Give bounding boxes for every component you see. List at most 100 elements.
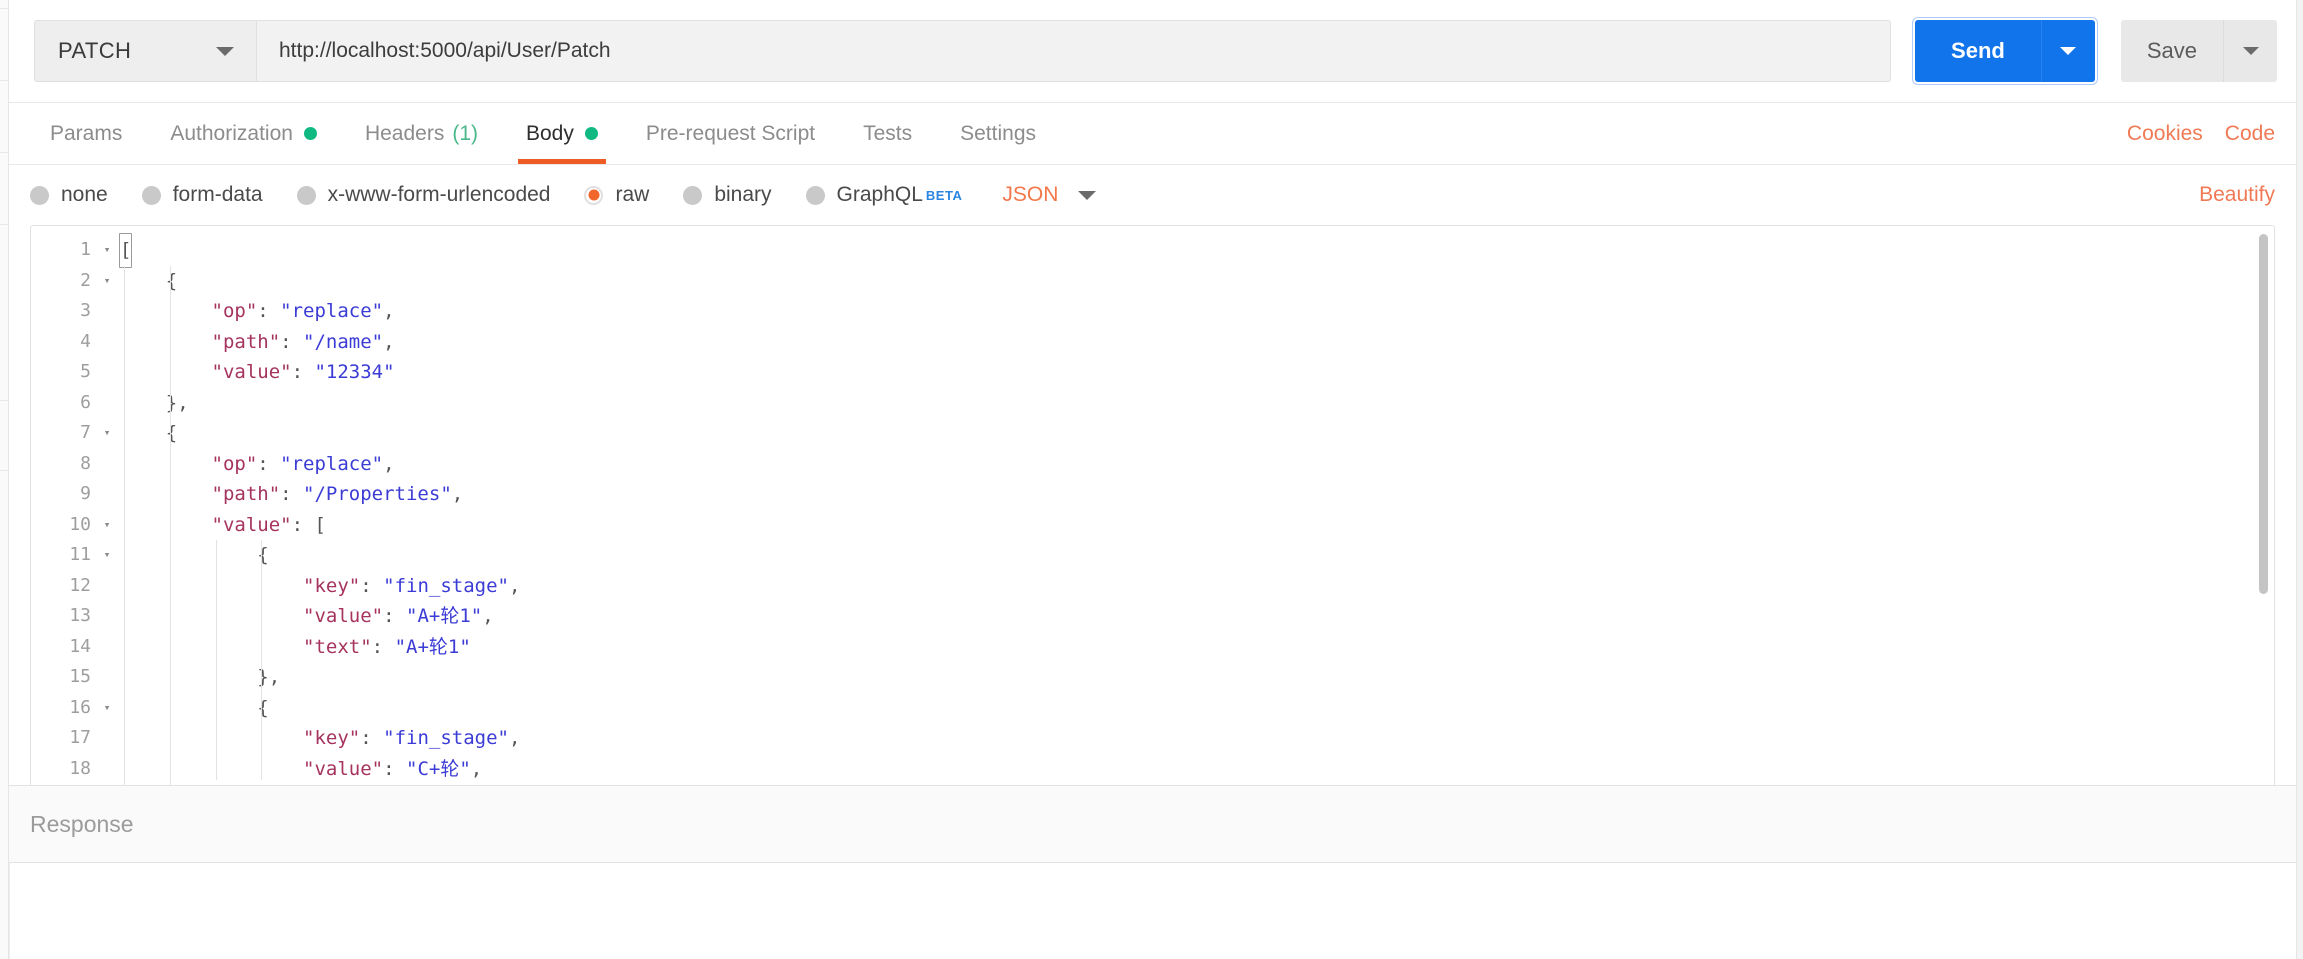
- code-line: 9 "path": "/Properties",: [31, 479, 2274, 510]
- fold-toggle-icon[interactable]: ▾: [94, 266, 120, 297]
- line-number: 19: [31, 784, 94, 785]
- send-options-button[interactable]: [2040, 20, 2095, 82]
- line-number: 1: [80, 239, 91, 260]
- indent-guide: [124, 265, 125, 785]
- line-number: 12: [69, 574, 91, 596]
- fold-toggle-icon[interactable]: ▾: [94, 693, 120, 724]
- editor-vertical-scrollbar[interactable]: [2259, 234, 2268, 594]
- code-link[interactable]: Code: [2225, 122, 2275, 146]
- fold-toggle-icon[interactable]: ▾: [94, 540, 120, 571]
- line-number: 13: [69, 605, 91, 626]
- body-type-option-x-www-form-urlencoded[interactable]: x-www-form-urlencoded: [296, 183, 551, 207]
- code-token-key: "op": [211, 300, 258, 322]
- request-tabs: Params Authorization Headers (1) Body Pre-req…: [26, 103, 1060, 164]
- code-token-punct: ,: [451, 483, 464, 505]
- fold-toggle-icon[interactable]: ▾: [94, 235, 120, 266]
- body-type-option-binary[interactable]: binary: [683, 183, 772, 207]
- tab-params[interactable]: Params: [26, 103, 146, 164]
- body-type-option-label: x-www-form-urlencoded: [327, 183, 551, 206]
- indent-guide: [169, 265, 171, 785]
- code-token-key: "key": [303, 574, 361, 597]
- line-number: 14: [69, 635, 91, 657]
- save-options-button[interactable]: [2223, 20, 2277, 82]
- code-token-punct: {: [165, 269, 178, 292]
- fold-toggle-icon[interactable]: ▾: [94, 510, 120, 541]
- method-url-group: PATCH http://localhost:5000/api/User/Pat…: [34, 20, 1892, 82]
- tabs-right-links: Cookies Code: [2127, 103, 2275, 164]
- tab-body[interactable]: Body: [502, 103, 622, 164]
- tab-label: Headers: [364, 121, 445, 145]
- code-token-punct: {: [257, 696, 269, 719]
- radio-icon[interactable]: [683, 185, 703, 205]
- tab-label: Body: [526, 121, 574, 145]
- tab-tests[interactable]: Tests: [839, 103, 936, 164]
- body-type-option-form-data[interactable]: form-data: [141, 183, 263, 207]
- body-type-option-none[interactable]: none: [30, 183, 108, 207]
- send-button[interactable]: Send: [1915, 20, 2041, 82]
- tab-headers[interactable]: Headers (1): [341, 103, 502, 164]
- code-token-str: "C+轮": [406, 757, 471, 780]
- code-line: 14 "text": "A+轮1": [31, 632, 2274, 663]
- editor-cursor: [: [119, 233, 133, 268]
- body-type-right: Beautify: [2199, 183, 2275, 207]
- sidebar-collapsed-rail: [0, 0, 9, 959]
- body-type-radio-group: none form-data x-www-form-urlencoded raw bin…: [30, 183, 996, 207]
- code-token-key: "value": [303, 605, 384, 627]
- code-line: 5 "value": "12334": [31, 357, 2274, 388]
- body-type-option-raw[interactable]: raw: [584, 183, 649, 207]
- beautify-link[interactable]: Beautify: [2199, 183, 2275, 206]
- beta-badge: BETA: [925, 187, 963, 203]
- request-url-text: http://localhost:5000/api/User/Patch: [279, 39, 611, 62]
- code-token-str: "A+轮1": [406, 605, 483, 627]
- tab-label: Pre-request Script: [645, 121, 816, 145]
- code-line-text: },: [120, 388, 2274, 419]
- code-token-key: "value": [303, 757, 384, 780]
- body-type-option-graphql[interactable]: GraphQL BETA: [805, 183, 963, 207]
- code-line-text: "key": "fin_stage",: [120, 723, 2274, 754]
- tab-status-dot-icon: [303, 127, 317, 140]
- code-token-punct: {: [165, 422, 178, 444]
- code-token-str: "12334": [314, 361, 395, 383]
- code-token-str: "fin_stage": [383, 574, 509, 597]
- code-token-punct: :: [360, 574, 384, 597]
- code-token-str: "replace": [280, 300, 384, 322]
- tab-authorization[interactable]: Authorization: [146, 103, 341, 164]
- radio-icon[interactable]: [30, 185, 49, 205]
- radio-icon[interactable]: [296, 185, 316, 205]
- code-line-text: "value": "12334": [120, 357, 2274, 388]
- fold-toggle-icon[interactable]: ▾: [94, 418, 120, 449]
- code-line-text: "op": "replace",: [120, 449, 2274, 480]
- request-url-input[interactable]: http://localhost:5000/api/User/Patch: [256, 20, 1892, 82]
- tab-settings[interactable]: Settings: [936, 103, 1060, 164]
- body-type-option-label: GraphQL: [836, 183, 923, 206]
- cookies-link[interactable]: Cookies: [2127, 122, 2203, 146]
- line-number: 16: [69, 696, 91, 718]
- save-button[interactable]: Save: [2120, 20, 2223, 82]
- code-line: 6 },: [31, 388, 2274, 419]
- response-header-bar: Response: [0, 785, 2303, 863]
- radio-icon[interactable]: [805, 185, 825, 205]
- send-button-group: Send: [1915, 20, 2095, 82]
- code-token-punct: ,: [482, 605, 494, 627]
- window-right-edge: [2296, 0, 2303, 959]
- code-token-punct: ,: [383, 330, 395, 353]
- code-token-key: "text": [303, 635, 372, 658]
- code-line-text: "text": "A+轮1": [120, 632, 2274, 663]
- request-body-editor[interactable]: 1 ▾[2 ▾ {3 "op": "replace", 4 "path": "/nam…: [31, 226, 2274, 785]
- tab-pre-request-script[interactable]: Pre-request Script: [622, 103, 839, 164]
- code-token-punct: [: [314, 513, 326, 536]
- line-number: 17: [69, 727, 91, 748]
- code-line: 15 },: [31, 662, 2274, 693]
- code-line-text: "key": "fin_stage",: [120, 571, 2274, 602]
- radio-icon[interactable]: [584, 185, 604, 205]
- tab-label: Settings: [960, 121, 1037, 145]
- http-method-select[interactable]: PATCH: [34, 20, 256, 82]
- code-line: 1 ▾[: [31, 233, 2274, 268]
- line-number: 15: [69, 666, 91, 687]
- radio-icon[interactable]: [141, 185, 161, 205]
- line-number: 10: [69, 513, 91, 535]
- chevron-down-icon: [2242, 47, 2259, 55]
- code-token-key: "value": [211, 513, 292, 536]
- code-token-punct: :: [257, 452, 281, 475]
- body-format-select[interactable]: JSON: [1002, 183, 1097, 207]
